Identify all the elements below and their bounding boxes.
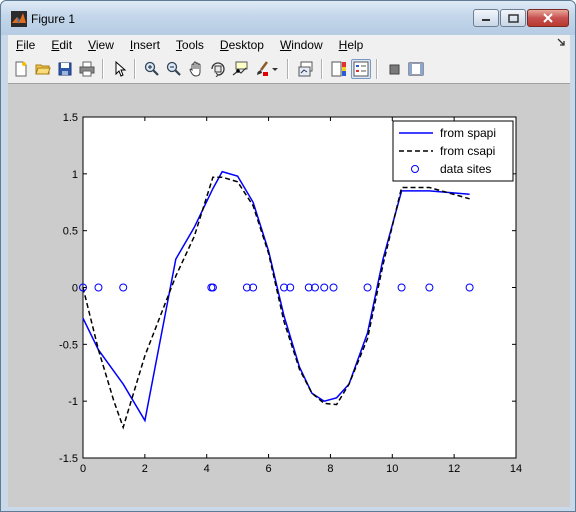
pan-button[interactable] <box>186 59 206 79</box>
rotate-3d-icon <box>211 62 225 77</box>
brush-dropdown[interactable] <box>270 59 280 79</box>
arrow-pointer-icon <box>115 61 127 77</box>
x-tick-label: 2 <box>142 463 148 475</box>
matlab-logo-icon <box>11 11 27 27</box>
save-disk-icon <box>58 62 72 76</box>
y-tick-label: -0.5 <box>59 339 78 351</box>
zoom-in-icon <box>144 61 159 76</box>
dock-arrow-icon[interactable] <box>556 37 566 49</box>
x-tick-label: 6 <box>266 463 272 475</box>
legend-button[interactable] <box>351 59 371 79</box>
colorbar-icon <box>331 61 346 77</box>
figure-canvas[interactable]: 0 2 4 6 8 10 12 14 -1.5 -1 -0.5 0 0.5 1 1.5 from spapi f… <box>8 84 570 507</box>
menu-view[interactable]: View <box>80 38 122 52</box>
maximize-icon <box>507 13 519 23</box>
hide-plot-tools-icon <box>389 64 400 75</box>
show-plot-tools-icon <box>408 62 424 76</box>
x-tick-label: 10 <box>386 463 398 475</box>
legend-label: data sites <box>440 162 491 176</box>
rotate-3d-button[interactable] <box>208 59 228 79</box>
y-tick-label: 1 <box>72 169 78 181</box>
zoom-in-button[interactable] <box>142 59 162 79</box>
brush-icon <box>257 61 268 76</box>
chevron-down-icon <box>272 68 278 71</box>
x-tick-label: 0 <box>80 463 86 475</box>
menu-file[interactable]: File <box>8 38 43 52</box>
close-button[interactable] <box>527 9 569 27</box>
minimize-button[interactable] <box>473 9 499 27</box>
data-cursor-button[interactable] <box>230 59 250 79</box>
plot-canvas: 0 2 4 6 8 10 12 14 -1.5 -1 -0.5 0 0.5 1 1.5 from spapi f… <box>59 112 522 475</box>
new-file-icon <box>15 61 27 77</box>
menu-desktop[interactable]: Desktop <box>212 38 272 52</box>
y-tick-label: -1 <box>68 396 78 408</box>
maximize-button[interactable] <box>500 9 526 27</box>
x-tick-label: 14 <box>510 463 522 475</box>
printer-icon <box>79 61 95 77</box>
print-figure-button[interactable] <box>77 59 97 79</box>
x-tick-label: 12 <box>448 463 460 475</box>
title-bar[interactable]: Figure 1 <box>1 1 575 35</box>
menu-window[interactable]: Window <box>272 38 331 52</box>
save-figure-button[interactable] <box>55 59 75 79</box>
figure-toolbar <box>8 54 570 84</box>
x-tick-label: 8 <box>327 463 333 475</box>
legend-icon <box>353 61 369 77</box>
new-figure-button[interactable] <box>11 59 31 79</box>
zoom-out-button[interactable] <box>164 59 184 79</box>
data-cursor-icon <box>232 61 248 76</box>
pan-hand-icon <box>189 61 201 77</box>
menu-insert[interactable]: Insert <box>122 38 168 52</box>
link-plot-icon <box>298 61 313 77</box>
menu-tools[interactable]: Tools <box>168 38 212 52</box>
menu-bar: File Edit View Insert Tools Desktop Window Help <box>8 35 570 54</box>
close-icon <box>543 13 553 23</box>
window-title: Figure 1 <box>31 12 76 26</box>
minimize-icon <box>482 19 490 21</box>
brush-button[interactable] <box>252 59 272 79</box>
colorbar-button[interactable] <box>329 59 349 79</box>
legend-label: from spapi <box>440 126 496 140</box>
y-tick-label: 0.5 <box>63 226 78 238</box>
edit-plot-button[interactable] <box>110 59 130 79</box>
open-file-button[interactable] <box>33 59 53 79</box>
show-plot-tools-button[interactable] <box>406 59 426 79</box>
figure-window: Figure 1 File Edit View Insert Tools Desktop W… <box>0 0 576 512</box>
y-tick-label: 0 <box>72 283 78 295</box>
zoom-out-icon <box>166 61 181 76</box>
hide-plot-tools-button[interactable] <box>384 59 404 79</box>
y-tick-label: -1.5 <box>59 453 78 465</box>
menu-edit[interactable]: Edit <box>43 38 80 52</box>
folder-icon <box>35 64 51 75</box>
x-tick-label: 4 <box>204 463 210 475</box>
y-tick-label: 1.5 <box>63 112 78 124</box>
menu-help[interactable]: Help <box>331 38 372 52</box>
link-plot-button[interactable] <box>296 59 316 79</box>
legend-label: from csapi <box>440 144 495 158</box>
